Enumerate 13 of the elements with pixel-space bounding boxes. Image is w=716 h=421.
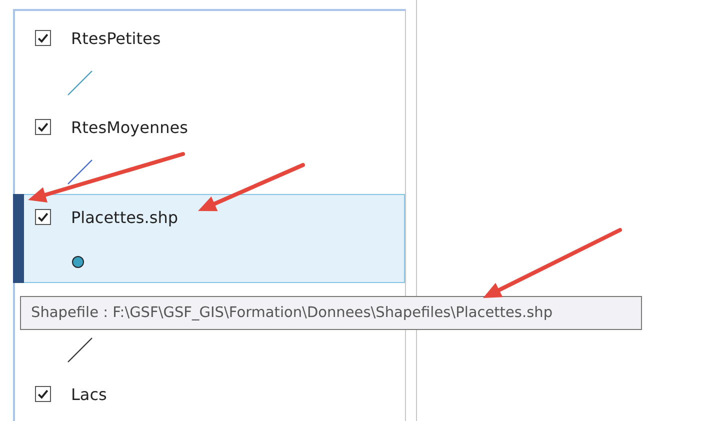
layer-name[interactable]: RtesPetites (71, 28, 161, 48)
checkbox[interactable] (35, 209, 51, 225)
layer-row[interactable]: RtesPetites (15, 16, 405, 105)
layer-name[interactable]: Lacs (71, 384, 107, 404)
checkbox[interactable] (35, 386, 51, 402)
layer-row[interactable]: Lacs (15, 372, 405, 421)
layer-name[interactable]: Placettes.shp (71, 208, 178, 226)
checkbox[interactable] (35, 30, 51, 46)
layer-name[interactable]: RtesMoyennes (71, 118, 188, 136)
layer-row[interactable]: RtesMoyennes (15, 105, 405, 194)
layer-row[interactable]: Placettes.shp (13, 194, 405, 283)
tooltip: Shapefile : F:\GSF\GSF_GIS\Formation\Donnees\Shapefiles\Placettes.shp (20, 296, 642, 330)
checkbox[interactable] (35, 119, 51, 135)
